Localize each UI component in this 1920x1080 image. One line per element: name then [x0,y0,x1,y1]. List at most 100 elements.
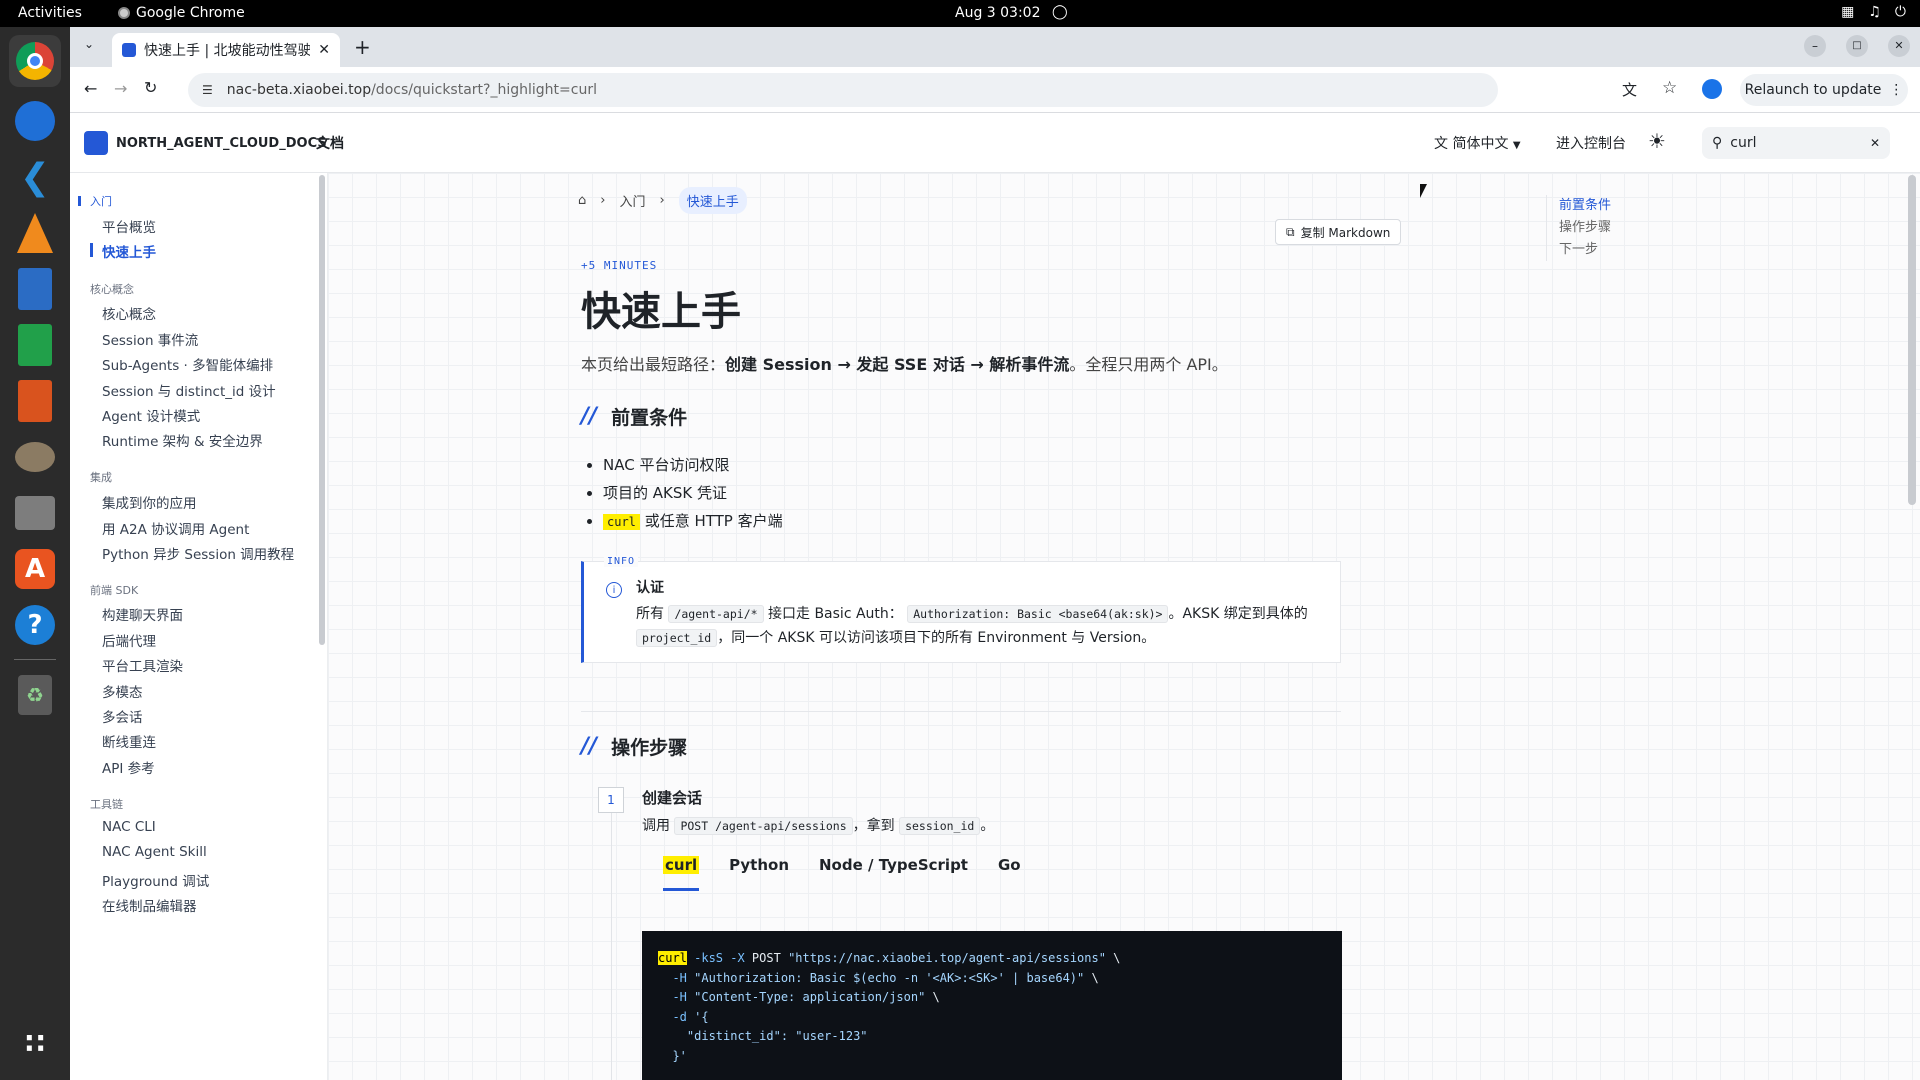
sidebar-item[interactable]: 多会话 [102,706,143,726]
tab-python[interactable]: Python [729,856,789,891]
inline-code: project_id [636,629,718,647]
read-time-label: +5 MINUTES [581,259,658,272]
sidebar-item[interactable]: Runtime 架构 & 安全边界 [102,430,263,450]
tab-go[interactable]: Go [998,856,1021,891]
tab-quickstart[interactable]: 快速上手 | 北坡能动性驾驶 ✕ [112,33,340,67]
sidebar-item[interactable]: NAC Agent Skill [102,844,207,860]
vlc-icon[interactable] [9,207,61,259]
address-bar[interactable]: ☰ nac-beta.xiaobei.top/docs/quickstart?_… [188,73,1498,107]
translate-icon[interactable]: 文 [1622,79,1637,100]
sidebar-item[interactable]: Session 事件流 [102,329,198,349]
sidebar-item[interactable]: Session 与 distinct_id 设计 [102,380,276,400]
dock-separator [14,659,56,660]
vscode-icon[interactable]: ❮ [9,151,61,203]
favicon-icon [122,43,136,57]
chrome-small-icon [118,7,130,19]
chevron-down-icon: ▼ [1512,140,1521,151]
lede-prefix: 本页给出最短路径： [581,355,726,374]
sidebar-item[interactable]: 构建聊天界面 [102,604,183,624]
toc-item[interactable]: 操作步骤 [1559,217,1611,239]
language-switcher[interactable]: 文 简体中文 ▼ [1434,133,1521,153]
sidebar-item[interactable]: 用 A2A 协议调用 Agent [102,518,249,538]
show-apps-icon[interactable]: ∷ [9,1017,61,1069]
close-window-button[interactable]: ✕ [1888,35,1910,57]
breadcrumb-level1[interactable]: 入门 [619,191,645,210]
page-lede: 本页给出最短路径：创建 Session → 发起 SSE 对话 → 解析事件流。… [581,351,1228,375]
breadcrumb: ⌂ › 入门 › 快速上手 [578,187,747,214]
bookmark-star-icon[interactable]: ☆ [1662,78,1677,98]
copy-markdown-button[interactable]: ⧉ 复制 Markdown [1275,219,1402,245]
info-tag: INFO [604,556,639,567]
step-text: 。 [980,818,995,834]
system-tray[interactable]: ▦ ♫ ⏻ [1841,4,1906,20]
maximize-button[interactable]: □ [1846,35,1868,57]
code-language-tabs: curl Python Node / TypeScript Go [663,856,1021,891]
relaunch-button[interactable]: Relaunch to update ⋮ [1740,74,1908,106]
sidebar-item[interactable]: Agent 设计模式 [102,405,200,425]
new-tab-button[interactable]: + [354,35,371,59]
code-token: -H [658,990,687,1004]
sidebar-group-title: 入门 [90,195,112,208]
help-icon[interactable]: ? [9,599,61,651]
sidebar-item[interactable]: 多模态 [102,681,143,701]
toc-item[interactable]: 下一步 [1559,239,1611,261]
sidebar-item[interactable]: Python 异步 Session 调用教程 [102,543,294,563]
clock[interactable]: Aug 3 03:02 [955,5,1041,21]
heading-slash-icon: // [581,734,598,759]
page-scrollbar[interactable] [1908,175,1916,505]
info-callout: INFO i 认证 所有 /agent-api/* 接口走 Basic Auth… [581,556,1341,663]
step-number: 1 [598,787,624,813]
tab-close-icon[interactable]: ✕ [318,42,330,58]
thunderbird-icon[interactable] [9,95,61,147]
step-connector [611,813,612,1080]
sidebar-item[interactable]: API 参考 [102,757,155,777]
back-icon[interactable]: ← [84,79,97,98]
theme-toggle-icon[interactable]: ☀ [1648,129,1666,153]
url-host: nac-beta.xiaobei.top [226,82,372,98]
sidebar-item[interactable]: Sub-Agents · 多智能体编排 [102,354,273,374]
tab-curl[interactable]: curl [663,856,700,891]
sidebar-item[interactable]: Playground 调试 [102,870,209,890]
trash-icon[interactable]: ♻ [9,669,61,721]
sidebar-item-active[interactable]: 快速上手 [102,241,156,261]
activities-button[interactable]: Activities [18,5,82,21]
sidebar-item[interactable]: 后端代理 [102,630,156,650]
code-token: -ksS -X [686,951,745,965]
profile-icon[interactable] [1702,79,1722,99]
files-icon[interactable] [9,487,61,539]
sidebar-item[interactable]: NAC CLI [102,819,156,835]
sidebar-item[interactable]: 核心概念 [102,303,156,323]
site-info-icon[interactable]: ☰ [202,83,213,97]
gimp-icon[interactable] [9,431,61,483]
home-icon[interactable]: ⌂ [578,193,586,208]
sidebar-item[interactable]: 在线制品编辑器 [102,895,197,915]
search-input[interactable]: ⚲ curl ✕ [1702,127,1890,159]
sidebar-item[interactable]: 平台工具渲染 [102,655,183,675]
sidebar-item[interactable]: 断线重连 [102,731,156,751]
sidebar-scrollbar[interactable] [319,175,325,645]
tab-node-typescript[interactable]: Node / TypeScript [819,856,968,891]
brand-logo-icon [84,131,108,155]
minimize-button[interactable]: – [1804,35,1826,57]
console-link[interactable]: 进入控制台 [1556,133,1626,153]
active-app-menu[interactable]: Google Chrome [118,5,245,21]
writer-icon[interactable] [9,263,61,315]
sidebar-item[interactable]: 集成到你的应用 [102,492,197,512]
reload-icon[interactable]: ↻ [144,78,157,97]
nav-docs-link[interactable]: 文档 [316,133,344,153]
tab-search-icon[interactable]: ⌄ [84,37,94,51]
sidebar-item[interactable]: 平台概览 [102,216,156,236]
brand-link[interactable]: NORTH_AGENT_CLOUD_DOCS [84,131,327,155]
forward-icon[interactable]: → [114,79,127,98]
toc-item-active[interactable]: 前置条件 [1559,195,1611,217]
inline-code: /agent-api/* [668,605,764,623]
sidebar-active-marker [90,243,93,257]
code-block[interactable]: curl -ksS -X POST "https://nac.xiaobei.t… [642,931,1342,1080]
app-center-icon[interactable]: A [9,543,61,595]
impress-icon[interactable] [9,375,61,427]
chrome-icon[interactable] [9,35,61,87]
volume-icon: ♫ [1868,4,1881,20]
table-of-contents: 前置条件 操作步骤 下一步 [1546,195,1611,261]
calc-icon[interactable] [9,319,61,371]
clear-search-icon[interactable]: ✕ [1870,136,1880,150]
